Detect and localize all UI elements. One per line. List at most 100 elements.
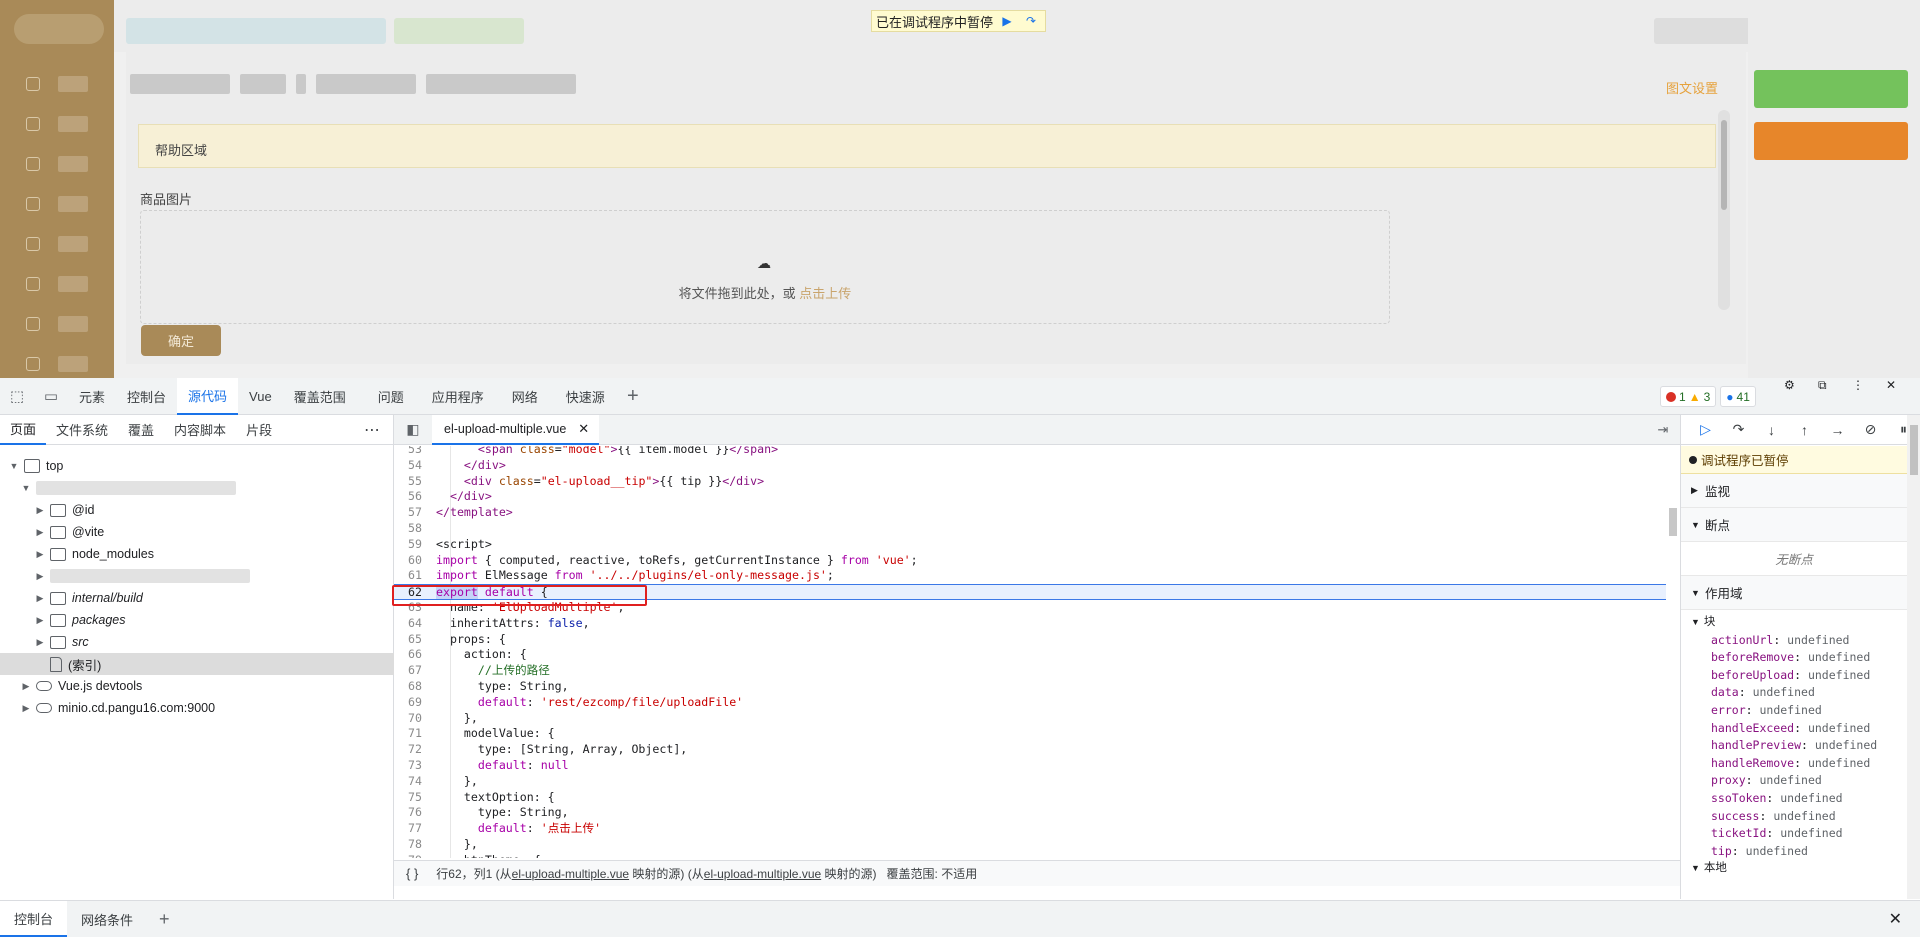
- message-counter[interactable]: ● 41: [1720, 386, 1756, 407]
- close-tab-icon[interactable]: ✕: [578, 421, 589, 437]
- tab-network[interactable]: 网络: [501, 378, 549, 415]
- expanded-arrow-icon: ▼: [21, 483, 31, 493]
- scope-variable-row[interactable]: handlePreview: undefined: [1711, 737, 1907, 755]
- tree-file-index[interactable]: (索引): [0, 653, 394, 675]
- nav-item[interactable]: [0, 264, 114, 304]
- device-toolbar-icon[interactable]: ▭: [34, 378, 68, 415]
- tree-item-minio[interactable]: ▶ minio.cd.pangu16.com:9000: [0, 697, 394, 719]
- step-out-icon[interactable]: ↑: [1788, 422, 1821, 438]
- tree-folder[interactable]: ▶ @id: [0, 499, 394, 521]
- scope-variable-row[interactable]: beforeUpload: undefined: [1711, 667, 1907, 685]
- action-button[interactable]: [1754, 70, 1908, 108]
- scope-block[interactable]: ▼ 块: [1681, 614, 1907, 632]
- tree-item-vue-devtools[interactable]: ▶ Vue.js devtools: [0, 675, 394, 697]
- more-icon[interactable]: ⋯: [364, 420, 393, 440]
- more-options-icon[interactable]: ⋮: [1852, 378, 1886, 415]
- variable-name: success: [1711, 808, 1760, 823]
- tab-coverage[interactable]: 覆盖范围: [283, 378, 357, 415]
- nav-item[interactable]: [0, 184, 114, 224]
- deactivate-breakpoints-icon[interactable]: ⊘: [1854, 421, 1887, 438]
- breakpoints-pane-header[interactable]: ▼ 断点: [1681, 508, 1907, 542]
- tab-application[interactable]: 应用程序: [421, 378, 495, 415]
- remote-devices-icon[interactable]: ⧉: [1818, 378, 1852, 415]
- tree-folder[interactable]: ▶: [0, 565, 394, 587]
- code-area[interactable]: 53 <span class="model">{{ item.model }}<…: [394, 446, 1680, 858]
- image-text-settings-link[interactable]: 图文设置: [1666, 78, 1718, 97]
- nav-tab-content-scripts[interactable]: 内容脚本: [164, 415, 236, 445]
- scope-variable-row[interactable]: ssoToken: undefined: [1711, 790, 1907, 808]
- toggle-debugger-icon[interactable]: ⇥: [1646, 422, 1680, 438]
- sources-navigator: 页面 文件系统 覆盖 内容脚本 片段 ⋯ ▼ top ▼ ▶ @id ▶ @vite …: [0, 415, 394, 899]
- step-icon[interactable]: →: [1821, 422, 1854, 438]
- tab-sources[interactable]: 源代码: [177, 377, 239, 415]
- scope-variable-row[interactable]: handleExceed: undefined: [1711, 720, 1907, 738]
- step-over-icon[interactable]: ↷: [1021, 12, 1041, 30]
- nav-tab-page[interactable]: 页面: [0, 415, 47, 445]
- drawer-tab-network-conditions[interactable]: 网络条件: [67, 901, 147, 937]
- action-button[interactable]: [1754, 122, 1908, 160]
- nav-item[interactable]: [0, 344, 114, 378]
- resume-icon[interactable]: ▷: [1689, 421, 1722, 438]
- tab-vue[interactable]: Vue: [238, 378, 283, 415]
- confirm-button[interactable]: 确定: [141, 325, 221, 356]
- nav-tab-overrides[interactable]: 覆盖: [118, 415, 164, 445]
- nav-tab-snippets[interactable]: 片段: [236, 415, 282, 445]
- editor-scrollbar[interactable]: [1666, 446, 1680, 858]
- issue-counters[interactable]: 1 ▲ 3 ● 41: [1660, 386, 1756, 407]
- source-map-link[interactable]: el-upload-multiple.vue: [512, 867, 629, 881]
- tab-elements[interactable]: 元素: [68, 378, 116, 415]
- scope-variable-row[interactable]: handleRemove: undefined: [1711, 755, 1907, 773]
- file-tab[interactable]: el-upload-multiple.vue ✕: [432, 414, 600, 445]
- debugger-scrollbar[interactable]: [1907, 415, 1920, 899]
- close-drawer-icon[interactable]: ✕: [1889, 909, 1920, 929]
- scope-variable-row[interactable]: proxy: undefined: [1711, 772, 1907, 790]
- click-upload-link[interactable]: 点击上传: [799, 286, 851, 301]
- nav-item[interactable]: [0, 104, 114, 144]
- tab-quick-source[interactable]: 快速源: [555, 378, 616, 415]
- scope-pane-header[interactable]: ▼ 作用域: [1681, 576, 1907, 610]
- scope-variable-row[interactable]: tip: undefined: [1711, 843, 1907, 861]
- step-into-icon[interactable]: ↓: [1755, 422, 1788, 438]
- step-over-icon[interactable]: ↷: [1722, 421, 1755, 438]
- scope-variable-row[interactable]: error: undefined: [1711, 702, 1907, 720]
- nav-item[interactable]: [0, 224, 114, 264]
- error-counter[interactable]: 1 ▲ 3: [1660, 386, 1717, 407]
- drawer-tab-console[interactable]: 控制台: [0, 901, 68, 937]
- tree-folder[interactable]: ▶ node_modules: [0, 543, 394, 565]
- nav-tab-filesystem[interactable]: 文件系统: [46, 415, 118, 445]
- source-map-link[interactable]: el-upload-multiple.vue: [704, 867, 821, 881]
- scope-variable-row[interactable]: success: undefined: [1711, 808, 1907, 826]
- page-tab[interactable]: [126, 18, 386, 44]
- tab-console[interactable]: 控制台: [116, 378, 177, 415]
- tree-folder[interactable]: ▶ packages: [0, 609, 394, 631]
- scope-local[interactable]: ▼ 本地: [1681, 860, 1907, 878]
- pretty-print-button[interactable]: { }: [406, 866, 418, 881]
- upload-dropzone[interactable]: ☁ 将文件拖到此处，或 点击上传: [140, 210, 1390, 324]
- tree-folder[interactable]: ▶ @vite: [0, 521, 394, 543]
- variable-name: handleExceed: [1711, 720, 1795, 735]
- tree-item-top[interactable]: ▼ top: [0, 455, 394, 477]
- page-tab[interactable]: [394, 18, 524, 44]
- expanded-arrow-icon: ▼: [1691, 587, 1700, 598]
- close-devtools-icon[interactable]: ✕: [1886, 378, 1920, 415]
- tree-folder[interactable]: ▶ internal/build: [0, 587, 394, 609]
- add-drawer-tab-plus-icon[interactable]: +: [147, 909, 182, 930]
- inspect-element-icon[interactable]: ⬚: [0, 378, 34, 415]
- nav-item[interactable]: [0, 144, 114, 184]
- settings-gear-icon[interactable]: ⚙: [1784, 378, 1818, 415]
- scope-variable-row[interactable]: data: undefined: [1711, 684, 1907, 702]
- tab-issues[interactable]: 问题: [367, 378, 415, 415]
- toggle-navigator-icon[interactable]: ◧: [394, 415, 432, 445]
- scrollbar[interactable]: [1718, 110, 1730, 310]
- scope-variable-row[interactable]: ticketId: undefined: [1711, 825, 1907, 843]
- tree-item-origin[interactable]: ▼: [0, 477, 394, 499]
- nav-item[interactable]: [0, 304, 114, 344]
- more-tabs-plus-icon[interactable]: +: [616, 378, 650, 415]
- watch-pane-header[interactable]: ▶ 监视: [1681, 474, 1907, 508]
- scope-variable-row[interactable]: actionUrl: undefined: [1711, 632, 1907, 650]
- resume-icon[interactable]: ▶︎: [997, 12, 1017, 30]
- tree-folder[interactable]: ▶ src: [0, 631, 394, 653]
- money-icon: [26, 317, 40, 331]
- scope-variable-row[interactable]: beforeRemove: undefined: [1711, 649, 1907, 667]
- nav-item[interactable]: [0, 64, 114, 104]
